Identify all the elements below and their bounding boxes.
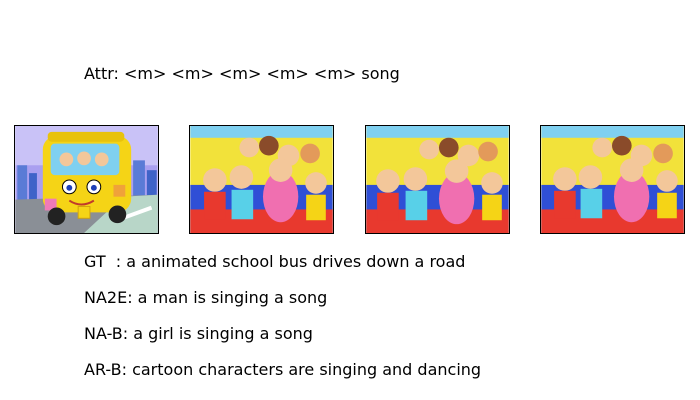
cartoon-children-icon — [190, 126, 333, 233]
frame-school-bus — [14, 125, 159, 234]
nab-caption: NA-B: a girl is singing a song — [84, 324, 313, 343]
gt-caption: GT : a animated school bus drives down a… — [84, 252, 466, 271]
frame-cartoon-kids-bus-interior-1 — [189, 125, 334, 234]
cartoon-school-bus-icon — [15, 126, 158, 233]
arb-caption: AR-B: cartoon characters are singing and… — [84, 360, 482, 379]
attr-caption: Attr: <m> <m> <m> <m> <m> song — [84, 64, 400, 83]
cartoon-children-icon — [541, 126, 684, 233]
frame-cartoon-kids-bus-interior-3 — [540, 125, 685, 234]
frame-cartoon-kids-bus-interior-2 — [365, 125, 510, 234]
cartoon-children-icon — [366, 126, 509, 233]
na2e-caption: NA2E: a man is singing a song — [84, 288, 328, 307]
